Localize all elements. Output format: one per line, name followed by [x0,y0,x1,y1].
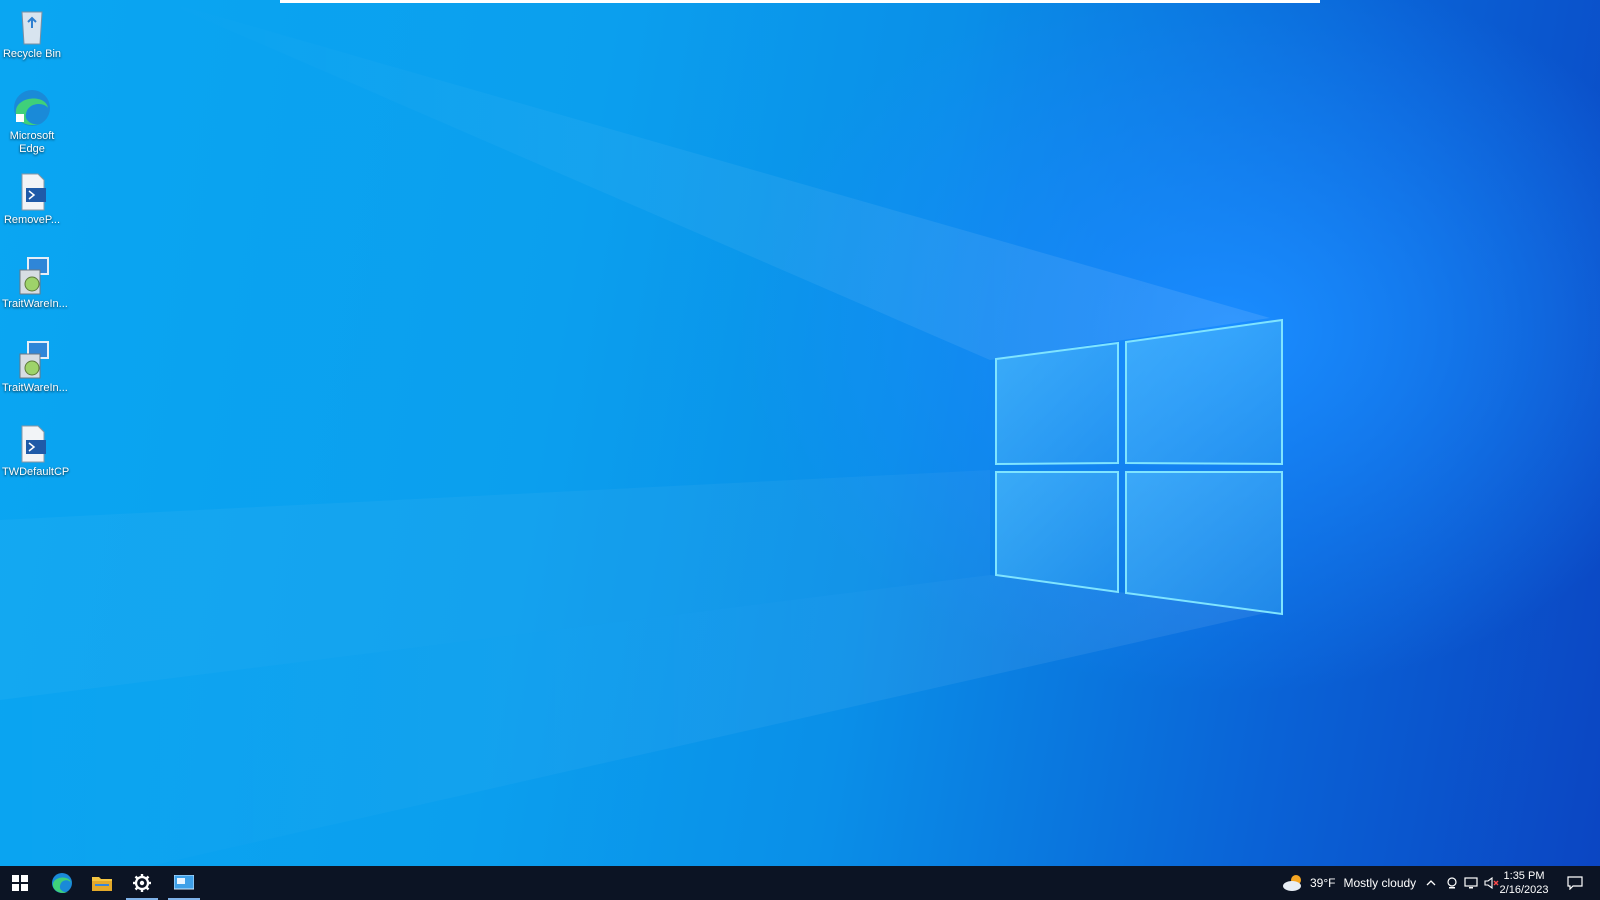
powershell-script-icon [21,173,46,211]
desktop-icon-twdefaultcp[interactable]: TWDefaultCP [2,424,70,479]
camera-icon [1447,877,1457,889]
weather-widget[interactable]: 39°F Mostly cloudy [1282,866,1416,900]
desktop-icon-removep[interactable]: RemoveP... [2,172,62,227]
network-icon [1464,877,1478,889]
desktop-icon-label: Microsoft Edge [9,130,55,155]
start-icon [12,875,28,891]
installer-icon [19,257,49,295]
tray-meet-now[interactable] [1446,866,1458,900]
powershell-script-icon [21,425,46,463]
weather-condition: Mostly cloudy [1343,876,1417,890]
edge-icon [52,873,72,893]
cloudy-weather-icon [1283,875,1301,891]
taskbar: 39°F Mostly cloudy 1:35 PM 2/16/2023 [0,866,1600,900]
desktop-icon-label: TraitWareIn... [2,382,68,394]
desktop-icon-recycle-bin[interactable]: Recycle Bin [2,6,62,61]
notification-center-button[interactable] [1558,866,1592,900]
start-button[interactable] [0,866,40,900]
clock-time: 1:35 PM [1503,870,1545,882]
settings-icon [133,874,151,892]
taskbar-clock[interactable]: 1:35 PM 2/16/2023 [1494,869,1554,897]
taskbar-file-explorer-button[interactable] [82,866,122,900]
windows-logo-wallpaper [995,318,1283,616]
desktop-icon-label: TraitWareIn... [2,298,68,310]
desktop-icon-traitwarein-2[interactable]: TraitWareIn... [2,340,68,395]
taskbar-remote-desktop-button[interactable] [164,866,204,900]
weather-temp: 39°F [1310,876,1336,890]
taskbar-edge-button[interactable] [42,866,82,900]
edge-icon [14,90,50,126]
desktop-icon-traitwarein-1[interactable]: TraitWareIn... [2,256,68,311]
remote-desktop-icon [174,875,194,890]
recycle-bin-icon [21,11,43,45]
notification-icon [1567,876,1583,890]
desktop-icon-label: TWDefaultCP [2,466,70,478]
file-explorer-icon [92,877,112,891]
top-window-edge [280,0,1320,3]
wallpaper-rays [0,0,1270,900]
desktop-icon-microsoft-edge[interactable]: Microsoft Edge [2,88,62,156]
show-hidden-icons-button[interactable] [1426,866,1436,900]
tray-network[interactable] [1464,866,1480,900]
desktop-icon-label: Recycle Bin [2,48,62,60]
chevron-up-icon [1426,880,1436,886]
desktop-icon-label: RemoveP... [3,214,61,226]
installer-icon [19,341,49,379]
taskbar-settings-button[interactable] [122,866,162,900]
clock-date: 2/16/2023 [1499,884,1549,896]
